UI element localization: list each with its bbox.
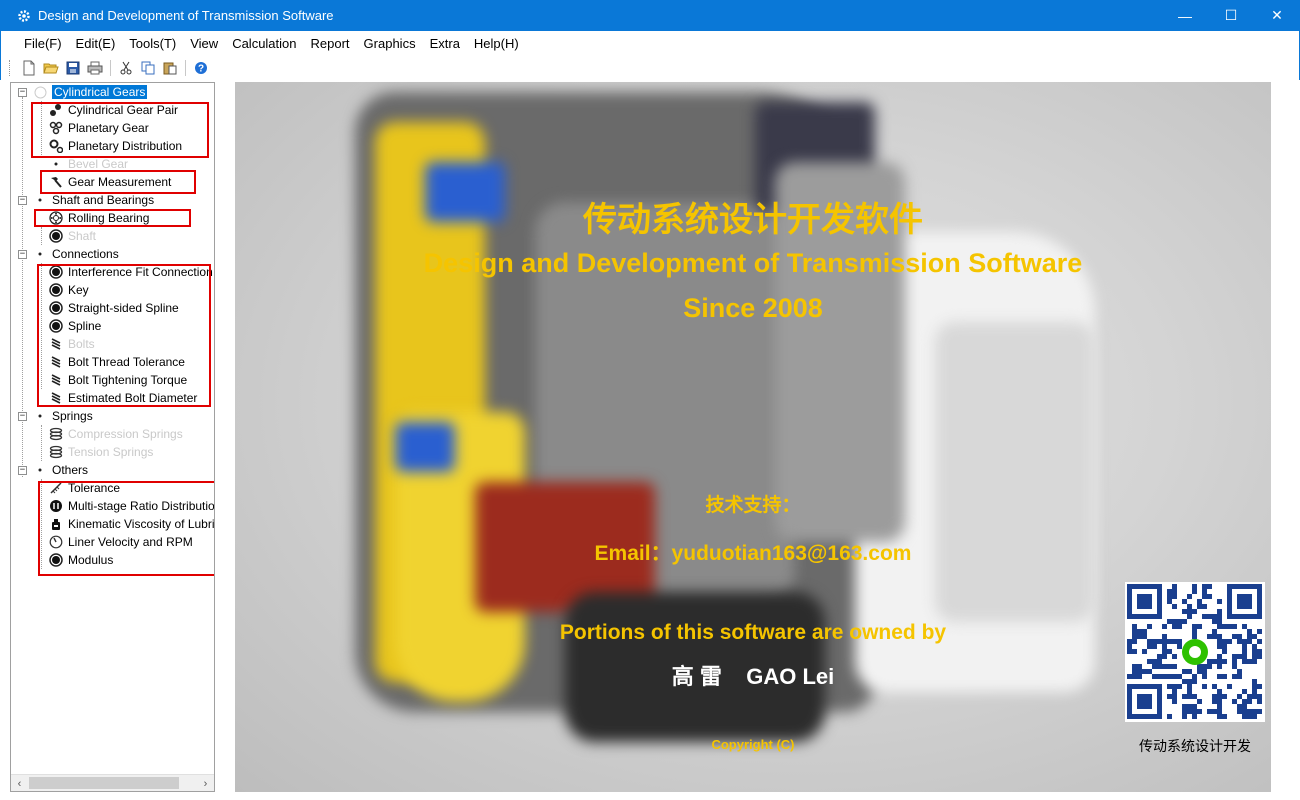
app-gear-icon bbox=[16, 8, 32, 24]
splash-title-en: Design and Development of Transmission S… bbox=[423, 248, 1083, 278]
expander-springs[interactable]: − bbox=[18, 412, 27, 421]
title-bar: Design and Development of Transmission S… bbox=[0, 0, 1300, 31]
help-icon[interactable]: ? bbox=[190, 58, 212, 78]
toolbar-grip[interactable] bbox=[9, 60, 12, 76]
bullet-icon bbox=[33, 193, 47, 207]
tree-item-compression-springs[interactable]: Compression Springs bbox=[49, 425, 183, 443]
menu-extra[interactable]: Extra bbox=[423, 31, 467, 56]
open-folder-icon[interactable] bbox=[40, 58, 62, 78]
bullet-icon bbox=[49, 157, 63, 171]
tree-label: Shaft bbox=[68, 229, 97, 243]
spring-icon bbox=[49, 445, 63, 459]
new-file-icon[interactable] bbox=[18, 58, 40, 78]
menu-tools[interactable]: Tools(T) bbox=[122, 31, 183, 56]
tree-label: Tension Springs bbox=[68, 445, 154, 459]
tree-item-others[interactable]: Others bbox=[33, 461, 88, 479]
tree-label: Shaft and Bearings bbox=[52, 193, 155, 207]
bullet-icon bbox=[33, 247, 47, 261]
tree-label: Connections bbox=[52, 247, 119, 261]
menu-file[interactable]: File(F) bbox=[17, 31, 69, 56]
tree-item-shaft[interactable]: Shaft bbox=[49, 227, 96, 245]
splash-author: 高 雷 GAO Lei bbox=[671, 664, 835, 689]
splash-portions-notice: Portions of this software are owned by bbox=[559, 621, 947, 644]
scroll-right-arrow-icon[interactable]: › bbox=[197, 775, 214, 791]
bullet-icon bbox=[33, 409, 47, 423]
tree-label: Others bbox=[52, 463, 89, 477]
menu-edit[interactable]: Edit(E) bbox=[69, 31, 123, 56]
menu-graphics[interactable]: Graphics bbox=[357, 31, 423, 56]
highlight-box bbox=[38, 481, 214, 576]
copy-icon[interactable] bbox=[137, 58, 159, 78]
splash-since: Since 2008 bbox=[683, 293, 823, 323]
expander-others[interactable]: − bbox=[18, 466, 27, 475]
window-title: Design and Development of Transmission S… bbox=[38, 8, 334, 23]
tree-line bbox=[41, 227, 42, 245]
scroll-left-arrow-icon[interactable]: ‹ bbox=[11, 775, 28, 791]
bullet-icon bbox=[33, 463, 47, 477]
gear-outline-icon bbox=[33, 85, 47, 99]
tree-label: Springs bbox=[52, 409, 93, 423]
tree-item-cylindrical-gears[interactable]: Cylindrical Gears bbox=[33, 83, 148, 101]
horizontal-scrollbar[interactable]: ‹ › bbox=[11, 774, 214, 791]
minimize-button[interactable]: — bbox=[1162, 0, 1208, 31]
menu-help[interactable]: Help(H) bbox=[467, 31, 526, 56]
tree-item-tension-springs[interactable]: Tension Springs bbox=[49, 443, 153, 461]
tree-label: Bevel Gear bbox=[68, 157, 129, 171]
close-button[interactable]: ✕ bbox=[1254, 0, 1300, 31]
svg-text:?: ? bbox=[198, 64, 204, 75]
expander-cylindrical-gears[interactable]: − bbox=[18, 88, 27, 97]
maximize-button[interactable]: ☐ bbox=[1208, 0, 1254, 31]
toolbar: ? bbox=[0, 56, 1300, 80]
save-icon[interactable] bbox=[62, 58, 84, 78]
tree-line bbox=[41, 425, 42, 461]
tree-item-springs[interactable]: Springs bbox=[33, 407, 93, 425]
expander-connections[interactable]: − bbox=[18, 250, 27, 259]
cut-icon[interactable] bbox=[115, 58, 137, 78]
menu-report[interactable]: Report bbox=[304, 31, 357, 56]
highlight-box bbox=[40, 170, 196, 194]
expander-shaft-and-bearings[interactable]: − bbox=[18, 196, 27, 205]
highlight-box bbox=[34, 209, 191, 227]
navigation-tree-panel: − Cylindrical Gears Cylindrical Gear Pai… bbox=[10, 82, 215, 792]
toolbar-separator bbox=[185, 60, 186, 76]
wechat-qr-code bbox=[1125, 582, 1265, 722]
disc-icon bbox=[49, 229, 63, 243]
spring-icon bbox=[49, 427, 63, 441]
highlight-box bbox=[31, 102, 209, 158]
splash-screen: 传动系统设计开发软件 Design and Development of Tra… bbox=[235, 82, 1271, 792]
tree-label: Cylindrical Gears bbox=[52, 85, 148, 99]
scrollbar-thumb[interactable] bbox=[29, 777, 179, 789]
paste-icon[interactable] bbox=[159, 58, 181, 78]
qr-caption: 传动系统设计开发 bbox=[1139, 738, 1251, 754]
tree-label: Compression Springs bbox=[68, 427, 183, 441]
splash-title-cn: 传动系统设计开发软件 bbox=[583, 201, 923, 239]
menu-bar: File(F) Edit(E) Tools(T) View Calculatio… bbox=[0, 31, 1300, 56]
print-icon[interactable] bbox=[84, 58, 106, 78]
menu-view[interactable]: View bbox=[183, 31, 225, 56]
menu-calculation[interactable]: Calculation bbox=[225, 31, 303, 56]
navigation-tree[interactable]: − Cylindrical Gears Cylindrical Gear Pai… bbox=[11, 83, 214, 773]
toolbar-separator bbox=[110, 60, 111, 76]
tree-item-connections[interactable]: Connections bbox=[33, 245, 119, 263]
splash-support-label: 技术支持： bbox=[705, 495, 801, 516]
splash-email: Email：yuduotian163@163.com bbox=[594, 542, 912, 565]
highlight-box bbox=[37, 264, 211, 407]
